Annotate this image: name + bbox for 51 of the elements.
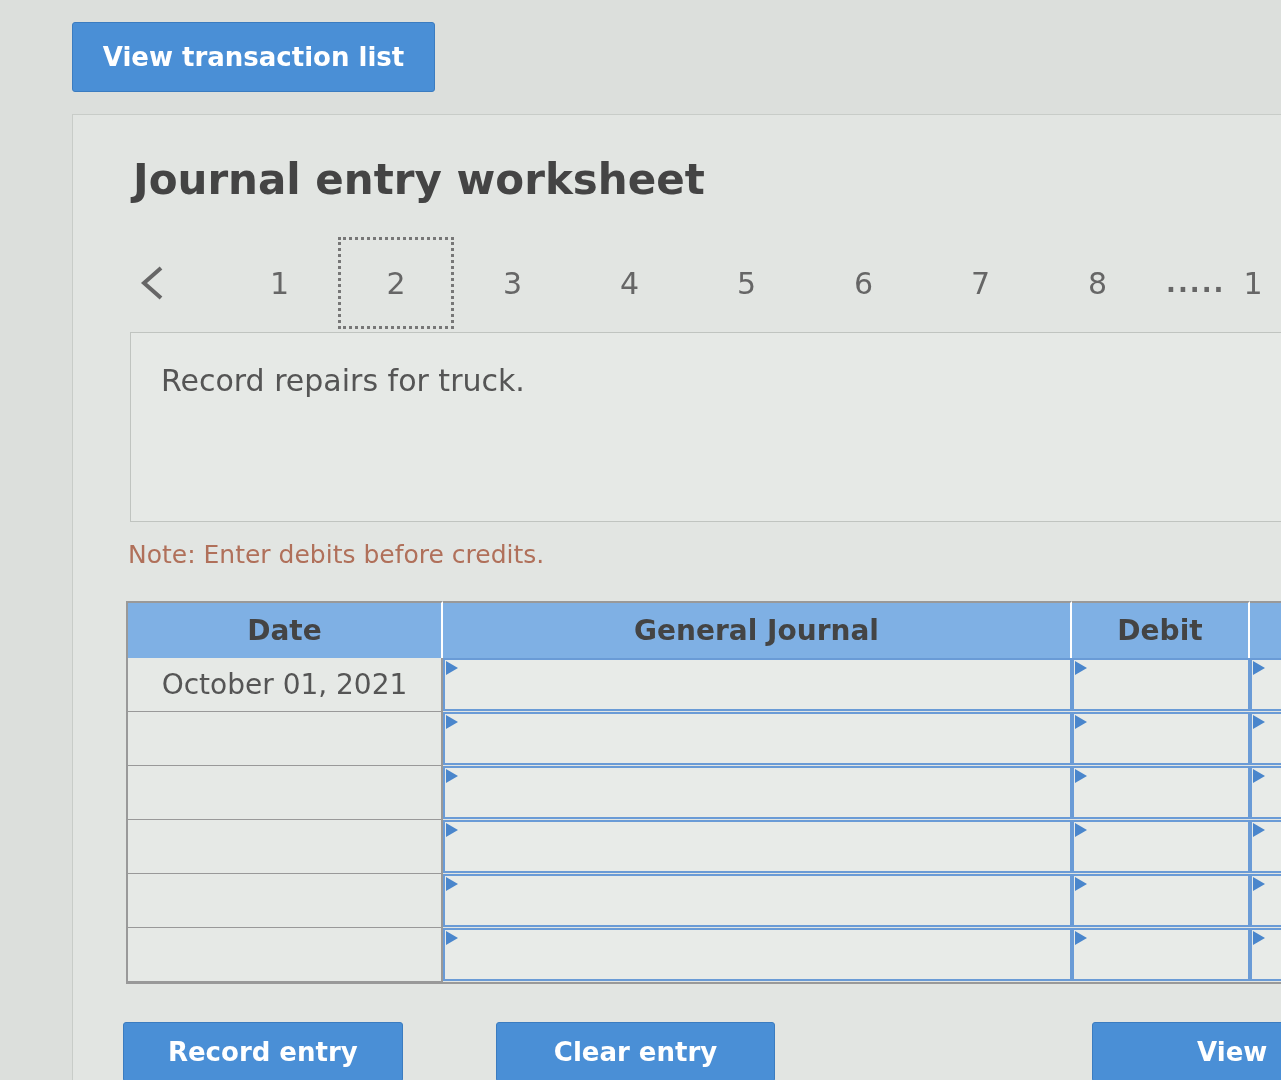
debit-field[interactable]: [1072, 928, 1250, 981]
date-cell: October 01, 2021: [128, 658, 443, 712]
page-tab[interactable]: 1: [221, 237, 338, 329]
account-field[interactable]: [443, 874, 1072, 927]
pointer-icon: [446, 877, 458, 891]
debit-field[interactable]: [1072, 658, 1250, 711]
pointer-icon: [1075, 823, 1087, 837]
pointer-icon: [1253, 823, 1265, 837]
account-field[interactable]: [443, 658, 1072, 711]
pointer-icon: [446, 769, 458, 783]
pointer-icon: [1075, 877, 1087, 891]
page-tab[interactable]: 8: [1039, 237, 1156, 329]
pointer-icon: [1075, 931, 1087, 945]
column-header: Debit: [1072, 601, 1250, 658]
pointer-icon: [1253, 769, 1265, 783]
page-tab[interactable]: 5: [688, 237, 805, 329]
more-pages-ellipsis: .....: [1166, 268, 1226, 298]
page-tab[interactable]: 1: [1243, 265, 1263, 301]
pointer-icon: [1253, 715, 1265, 729]
account-field[interactable]: [443, 712, 1072, 765]
page-tab[interactable]: 4: [571, 237, 688, 329]
page-tab[interactable]: 3: [454, 237, 571, 329]
debit-field[interactable]: [1072, 874, 1250, 927]
account-field[interactable]: [443, 766, 1072, 819]
chevron-left-icon[interactable]: [139, 265, 165, 301]
pointer-icon: [446, 715, 458, 729]
pointer-icon: [446, 931, 458, 945]
action-button[interactable]: View: [1092, 1022, 1281, 1080]
action-button[interactable]: Record entry: [123, 1022, 403, 1080]
page-tab[interactable]: 6: [805, 237, 922, 329]
pointer-icon: [1075, 769, 1087, 783]
page-tab[interactable]: 7: [922, 237, 1039, 329]
column-header: Date: [128, 601, 443, 658]
column-header: General Journal: [443, 601, 1072, 658]
debit-field[interactable]: [1072, 766, 1250, 819]
account-field[interactable]: [443, 820, 1072, 873]
pointer-icon: [1253, 931, 1265, 945]
pointer-icon: [1253, 661, 1265, 675]
debit-field[interactable]: [1072, 820, 1250, 873]
account-field[interactable]: [443, 928, 1072, 981]
note-text: Note: Enter debits before credits.: [128, 540, 546, 569]
debit-field[interactable]: [1072, 712, 1250, 765]
description-text: Record repairs for truck.: [161, 363, 525, 398]
pointer-icon: [446, 823, 458, 837]
pointer-icon: [1253, 877, 1265, 891]
pointer-icon: [1075, 661, 1087, 675]
view-transaction-list-button[interactable]: View transaction list: [72, 22, 435, 92]
pointer-icon: [446, 661, 458, 675]
pointer-icon: [1075, 715, 1087, 729]
action-button[interactable]: Clear entry: [495, 1022, 776, 1080]
page-tab[interactable]: 2: [338, 237, 454, 329]
